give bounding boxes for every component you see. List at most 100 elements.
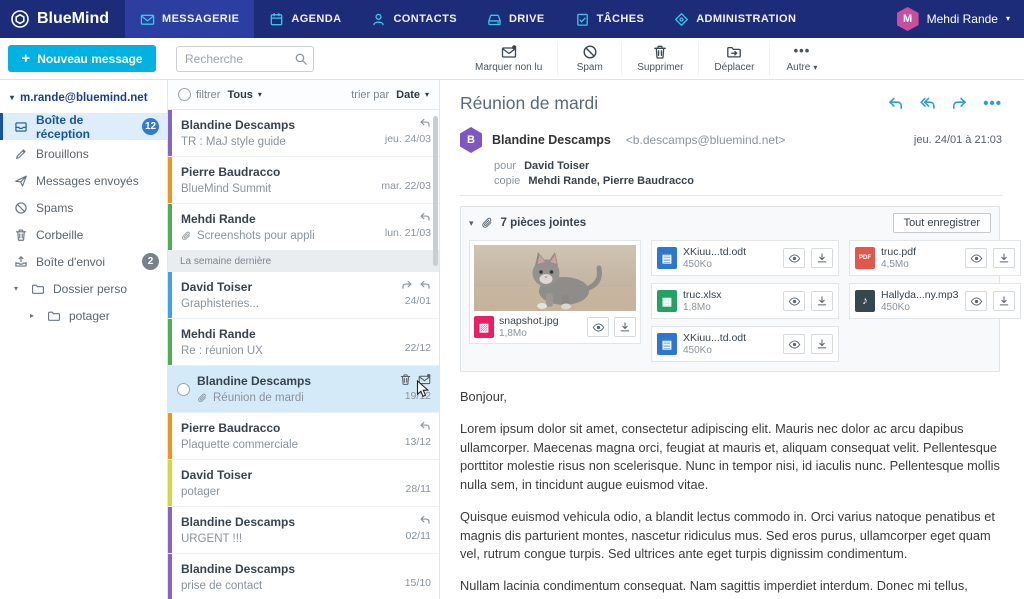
attachment-chip[interactable]: PDF truc.pdf 4,5Mo — [849, 240, 1021, 276]
nav-tab-contacts[interactable]: CONTACTS — [356, 0, 472, 38]
save-all-attachments-button[interactable]: Tout enregistrer — [892, 213, 991, 233]
attachment-image-card[interactable]: ▨ snapshot.jpg 1,8Mo — [469, 240, 641, 344]
attachment-size: 450Ko — [881, 302, 910, 313]
mark-unread-button[interactable] — [418, 373, 431, 386]
message-list-item[interactable]: Pierre Baudracco BlueMind Summit mar. 22… — [168, 157, 439, 204]
select-all-checkbox[interactable] — [178, 88, 191, 101]
preview-attachment-button[interactable] — [965, 248, 987, 268]
download-attachment-button[interactable] — [811, 248, 833, 268]
preview-attachment-button[interactable] — [587, 317, 609, 337]
nav-tab-messagerie[interactable]: MESSAGERIE — [125, 0, 255, 38]
sort-dropdown[interactable]: Date — [396, 89, 420, 101]
mail-icon — [140, 12, 155, 27]
sidebar-item-spam[interactable]: Spams — [0, 194, 167, 221]
delete-message-button[interactable] — [399, 373, 412, 386]
download-attachment-button[interactable] — [993, 291, 1015, 311]
mail-toolbar: + Nouveau message Marquer non lu Spam Su… — [0, 38, 1024, 80]
download-icon — [816, 295, 828, 307]
paperclip-icon — [181, 231, 192, 242]
sidebar-item-trash[interactable]: Corbeille — [0, 221, 167, 248]
delete-action[interactable]: Supprimer — [621, 42, 698, 75]
message-sender: Mehdi Rande — [181, 212, 256, 226]
message-subject: potager — [181, 486, 221, 498]
sender-color-bar — [168, 272, 172, 318]
spam-action[interactable]: Spam — [557, 42, 621, 75]
eye-icon — [970, 252, 983, 265]
message-subject: URGENT !!! — [181, 533, 243, 545]
attachment-name: Hallyda...ny.mp3 — [881, 289, 959, 301]
account-selector[interactable]: ▾ m.rande@bluemind.net — [0, 84, 167, 113]
preview-attachment-button[interactable] — [783, 291, 805, 311]
message-list-item[interactable]: Mehdi Rande Screenshots pour appli lun. … — [168, 204, 439, 251]
message-list-item[interactable]: Mehdi Rande Re : réunion UX 22/12 — [168, 319, 439, 366]
message-list-item[interactable]: Pierre Baudracco Plaquette commerciale 1… — [168, 413, 439, 460]
download-attachment-button[interactable] — [993, 248, 1015, 268]
new-message-button[interactable]: + Nouveau message — [8, 45, 156, 72]
sidebar-item-dossier-perso[interactable]: ▾ Dossier perso — [0, 275, 167, 302]
message-list-item[interactable]: David Toiser potager 28/11 — [168, 460, 439, 507]
download-attachment-button[interactable] — [811, 291, 833, 311]
attachment-name: XKiuu...td.odt — [683, 246, 747, 258]
preview-attachment-button[interactable] — [783, 248, 805, 268]
message-subject: Screenshots pour appli — [181, 230, 381, 242]
message-checkbox[interactable] — [177, 382, 190, 396]
message-list-item[interactable]: Blandine Descamps prise de contact 15/10 — [168, 554, 439, 599]
user-menu[interactable]: M Mehdi Rande ▾ — [883, 0, 1024, 38]
collapse-attachments-toggle[interactable]: ▾ — [469, 218, 474, 229]
message-list-item[interactable]: Blandine Descamps URGENT !!! 02/11 — [168, 507, 439, 554]
attachment-size: 1,8Mo — [683, 302, 711, 313]
nav-tab-agenda[interactable]: AGENDA — [254, 0, 356, 38]
chevron-down-icon[interactable]: ▾ — [14, 284, 23, 293]
filter-dropdown[interactable]: Tous — [227, 89, 252, 101]
move-action[interactable]: Déplacer — [698, 42, 769, 75]
more-options-button[interactable]: ••• — [983, 95, 1002, 112]
recipient-to: David Toiser — [524, 160, 590, 172]
attachment-chip[interactable]: ▦ truc.xlsx 1,8Mo — [651, 283, 839, 319]
cat-photo-thumbnail — [474, 245, 636, 311]
attachment-size: 4,5Mo — [881, 259, 909, 270]
preview-attachment-button[interactable] — [783, 334, 805, 354]
message-list-item[interactable]: Blandine Descamps TR : MaJ style guide j… — [168, 110, 439, 157]
eye-icon — [788, 295, 801, 308]
attachment-chip[interactable]: ▤ XKiuu...td.odt 450Ko — [651, 326, 839, 362]
download-icon — [816, 338, 828, 350]
replied-icon — [419, 279, 431, 291]
message-actions: Marquer non lu Spam Supprimer Déplacer •… — [460, 42, 833, 75]
paperclip-icon — [197, 393, 208, 404]
bluemind-logo[interactable]: BlueMind — [0, 0, 125, 38]
reply-all-button[interactable] — [919, 95, 936, 112]
forward-icon — [951, 95, 968, 112]
chevron-down-icon: ▾ — [813, 62, 818, 72]
reply-button[interactable] — [887, 95, 904, 112]
send-icon — [14, 174, 28, 188]
list-scrollbar[interactable] — [433, 116, 438, 266]
sidebar-item-inbox[interactable]: Boîte de réception 12 — [0, 113, 167, 141]
outbox-icon — [14, 255, 28, 269]
message-list-item[interactable]: David Toiser Graphisteries... 24/01 — [168, 272, 439, 319]
outbox-count-badge: 2 — [142, 253, 159, 270]
sidebar-item-outbox[interactable]: Boîte d'envoi 2 — [0, 248, 167, 275]
nav-tab-drive[interactable]: DRIVE — [472, 0, 560, 38]
more-actions[interactable]: ••• Autre ▾ — [769, 42, 833, 75]
attachment-chip[interactable]: ▤ XKiuu...td.odt 450Ko — [651, 240, 839, 276]
list-toolbar: filtrer Tous ▾ trier par Date ▾ — [168, 80, 439, 110]
attachments-panel: ▾ 7 pièces jointes Tout enregistrer ▨ sn… — [460, 206, 1021, 372]
chevron-right-icon[interactable]: ▸ — [30, 311, 39, 320]
download-icon — [998, 252, 1010, 264]
sidebar-item-drafts[interactable]: Brouillons — [0, 140, 167, 167]
nav-tab-administration[interactable]: ADMINISTRATION — [659, 0, 811, 38]
message-list-item-selected[interactable]: Blandine Descamps Réunion de mardi 19/12 — [168, 366, 439, 413]
preview-attachment-button[interactable] — [965, 291, 987, 311]
sidebar-item-potager[interactable]: ▸ potager — [0, 302, 167, 329]
attachment-chip[interactable]: ♪ Hallyda...ny.mp3 450Ko — [849, 283, 1021, 319]
tasks-icon — [575, 12, 590, 27]
image-file-icon: ▨ — [474, 316, 494, 338]
message-subject: BlueMind Summit — [181, 183, 272, 195]
sidebar-item-sent[interactable]: Messages envoyés — [0, 167, 167, 194]
mark-unread-action[interactable]: Marquer non lu — [460, 42, 557, 75]
nav-tab-taches[interactable]: TÂCHES — [560, 0, 660, 38]
download-attachment-button[interactable] — [614, 317, 636, 337]
download-attachment-button[interactable] — [811, 334, 833, 354]
message-sender: Blandine Descamps — [197, 374, 312, 388]
forward-button[interactable] — [951, 95, 968, 112]
